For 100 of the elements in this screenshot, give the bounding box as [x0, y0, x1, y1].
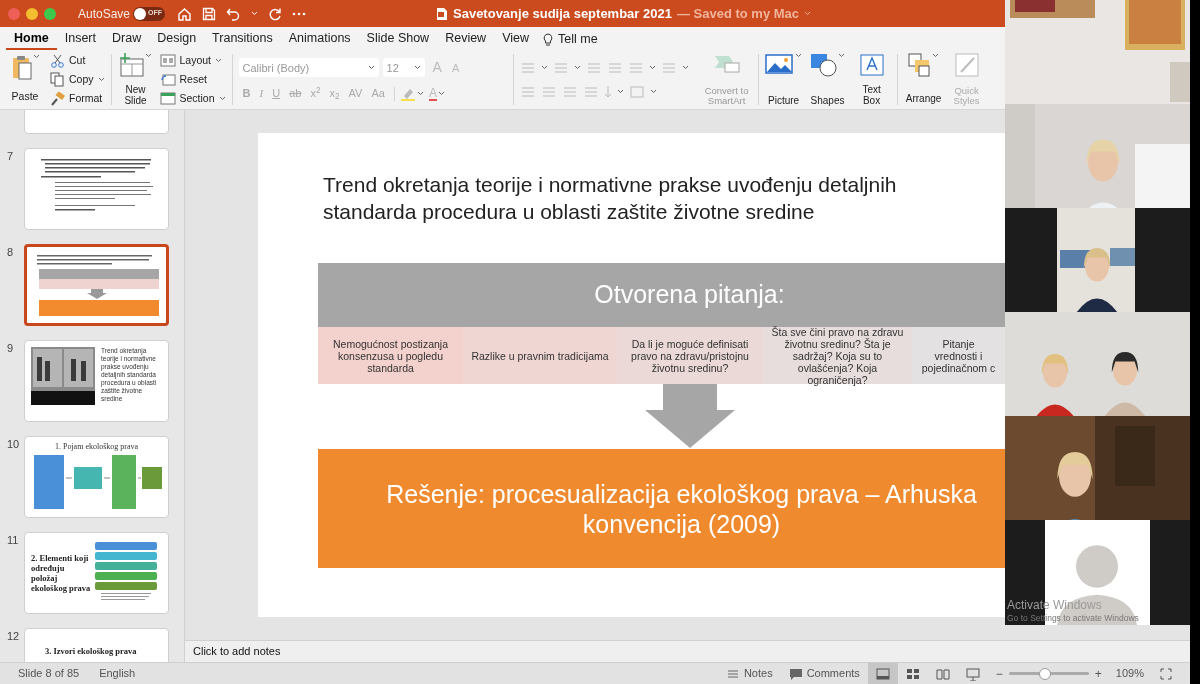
zoom-slider-thumb[interactable] — [1038, 667, 1051, 680]
insert-shapes-button[interactable]: Shapes — [808, 50, 847, 109]
notes-button[interactable]: Notes — [725, 665, 773, 682]
scissors-icon — [50, 53, 65, 68]
thumbnail-title: 2. Elementi koji određuju položaj ekološkog prava — [31, 553, 91, 593]
quick-styles-icon — [954, 53, 979, 77]
question-cell: Razlike u pravnim tradicijama — [463, 327, 617, 384]
zoom-out-button[interactable]: − — [995, 664, 1003, 683]
caret-icon — [573, 65, 581, 70]
image-icon — [765, 53, 796, 75]
more-icon[interactable] — [292, 11, 307, 16]
reset-icon — [159, 73, 176, 86]
ribbon-tab[interactable]: Animations — [280, 29, 359, 50]
highlighter-icon — [399, 86, 416, 101]
band-text: Otvorena pitanja: — [594, 279, 785, 311]
shapes-icon — [810, 53, 839, 77]
view-sorter-icon — [904, 666, 921, 681]
slide-thumbnail[interactable]: 1. Pojam ekološkog prava — [24, 436, 169, 518]
tell-me-link[interactable]: Tell me — [558, 30, 598, 49]
caret-icon — [540, 65, 548, 70]
arrange-icon — [908, 53, 933, 77]
layout-button[interactable]: Layout — [159, 51, 226, 70]
view-normal-icon — [874, 666, 891, 681]
ribbon-tab[interactable]: Insert — [56, 29, 104, 50]
caret-icon — [32, 54, 40, 59]
zoom-slider[interactable] — [1008, 667, 1089, 680]
text-direction-icon — [603, 85, 612, 98]
cut-button[interactable]: Cut — [50, 51, 105, 70]
layout-icon — [159, 54, 176, 67]
slide-number: 11 — [6, 533, 20, 548]
question-cell: Šta sve čini pravo na zdravu životnu sredinu? Šta je sadržaj? Koja su to ovlašćenja? Koja ograničenja? — [763, 327, 912, 384]
down-arrow-icon — [645, 384, 735, 448]
document-icon — [436, 6, 448, 21]
ribbon-tab[interactable]: Home — [6, 29, 57, 50]
caret-icon — [649, 89, 657, 94]
autosave-label: AutoSave — [78, 5, 131, 23]
zoom-in-button[interactable]: + — [1094, 664, 1102, 683]
paste-button[interactable]: Paste — [6, 50, 44, 109]
caret-icon — [218, 96, 226, 101]
ribbon-tab[interactable]: View — [494, 29, 538, 50]
new-slide-icon — [119, 53, 145, 77]
format-painter-button[interactable]: Format — [50, 89, 105, 108]
caret-icon — [932, 53, 940, 58]
section-button[interactable]: Section — [159, 89, 226, 108]
slide-number: 10 — [6, 437, 21, 452]
caret-icon — [795, 53, 803, 58]
language-indicator[interactable]: English — [99, 665, 136, 682]
paintbrush-icon — [50, 91, 65, 106]
slide-counter: Slide 8 of 85 — [18, 666, 80, 682]
caret-icon[interactable] — [804, 11, 812, 16]
ribbon-tab[interactable]: Design — [149, 29, 205, 50]
zoom-level: 109% — [1115, 666, 1144, 682]
copy-button[interactable]: Copy — [50, 70, 105, 89]
arrange-button[interactable]: Arrange — [903, 50, 944, 109]
insert-textbox-button[interactable]: Text Box — [852, 50, 891, 109]
ribbon-tab[interactable]: Transitions — [204, 29, 281, 50]
align-text-icon — [628, 84, 645, 99]
slide-number: 7 — [6, 149, 15, 164]
question-cell: Nemogućnost postizanja konsenzusa u pogledu standarda — [318, 327, 463, 384]
reset-button[interactable]: Reset — [159, 70, 226, 89]
insert-picture-button[interactable]: Picture — [764, 50, 803, 109]
home-icon[interactable] — [177, 6, 193, 21]
clipboard-icon — [10, 54, 33, 80]
slide-number: 9 — [6, 341, 15, 356]
caret-icon — [215, 58, 223, 63]
notes-field[interactable]: Click to add notes — [193, 643, 281, 660]
window-title: Savetovanje sudija septembar 2021 — [453, 4, 672, 23]
thumbnail-title: 1. Pojam ekološkog prava — [54, 441, 139, 453]
caret-icon — [838, 53, 846, 58]
caret-icon — [413, 65, 421, 71]
section-icon — [159, 92, 176, 105]
save-icon[interactable] — [202, 6, 217, 21]
slide-thumbnail[interactable]: 3. Izvori ekološkog prava — [24, 628, 169, 662]
caret-icon — [616, 89, 624, 94]
caret-icon — [437, 91, 445, 96]
question-cell: Pitanje vrednosti i pojedinačnom c — [912, 327, 1005, 384]
slide-thumbnail[interactable]: 2. Elementi koji određuju položaj ekološkog prava — [24, 532, 169, 614]
thumbnail-title: 3. Izvori ekološkog prava — [45, 646, 137, 656]
redo-icon[interactable] — [268, 6, 283, 21]
minimize-button[interactable] — [26, 7, 38, 20]
view-slideshow-icon — [964, 666, 981, 681]
comments-button[interactable]: Comments — [788, 665, 860, 682]
slide-number: 8 — [6, 245, 15, 260]
view-reading-icon — [934, 666, 951, 681]
caret-icon — [416, 91, 424, 96]
caret-icon — [145, 53, 152, 58]
ribbon-tab[interactable]: Review — [437, 29, 495, 50]
slide-title: Trend okretanja teorije i normativne prakse uvođenju detaljnih standarda procedura u oblasti zaštite životne sredine — [323, 172, 898, 225]
caret-icon — [367, 65, 375, 71]
slide-number: 12 — [6, 629, 21, 644]
fit-to-window-icon[interactable] — [1160, 667, 1172, 680]
caret-icon — [648, 65, 656, 70]
notes-icon — [725, 667, 740, 680]
new-slide-button[interactable]: New Slide — [117, 50, 154, 109]
smartart-icon — [712, 53, 741, 73]
ribbon-tab[interactable]: Draw — [104, 29, 150, 50]
undo-icon[interactable] — [226, 6, 242, 21]
view-normal-button[interactable] — [867, 663, 898, 684]
ribbon-tab[interactable]: Slide Show — [358, 29, 438, 50]
caret-icon — [97, 77, 105, 82]
